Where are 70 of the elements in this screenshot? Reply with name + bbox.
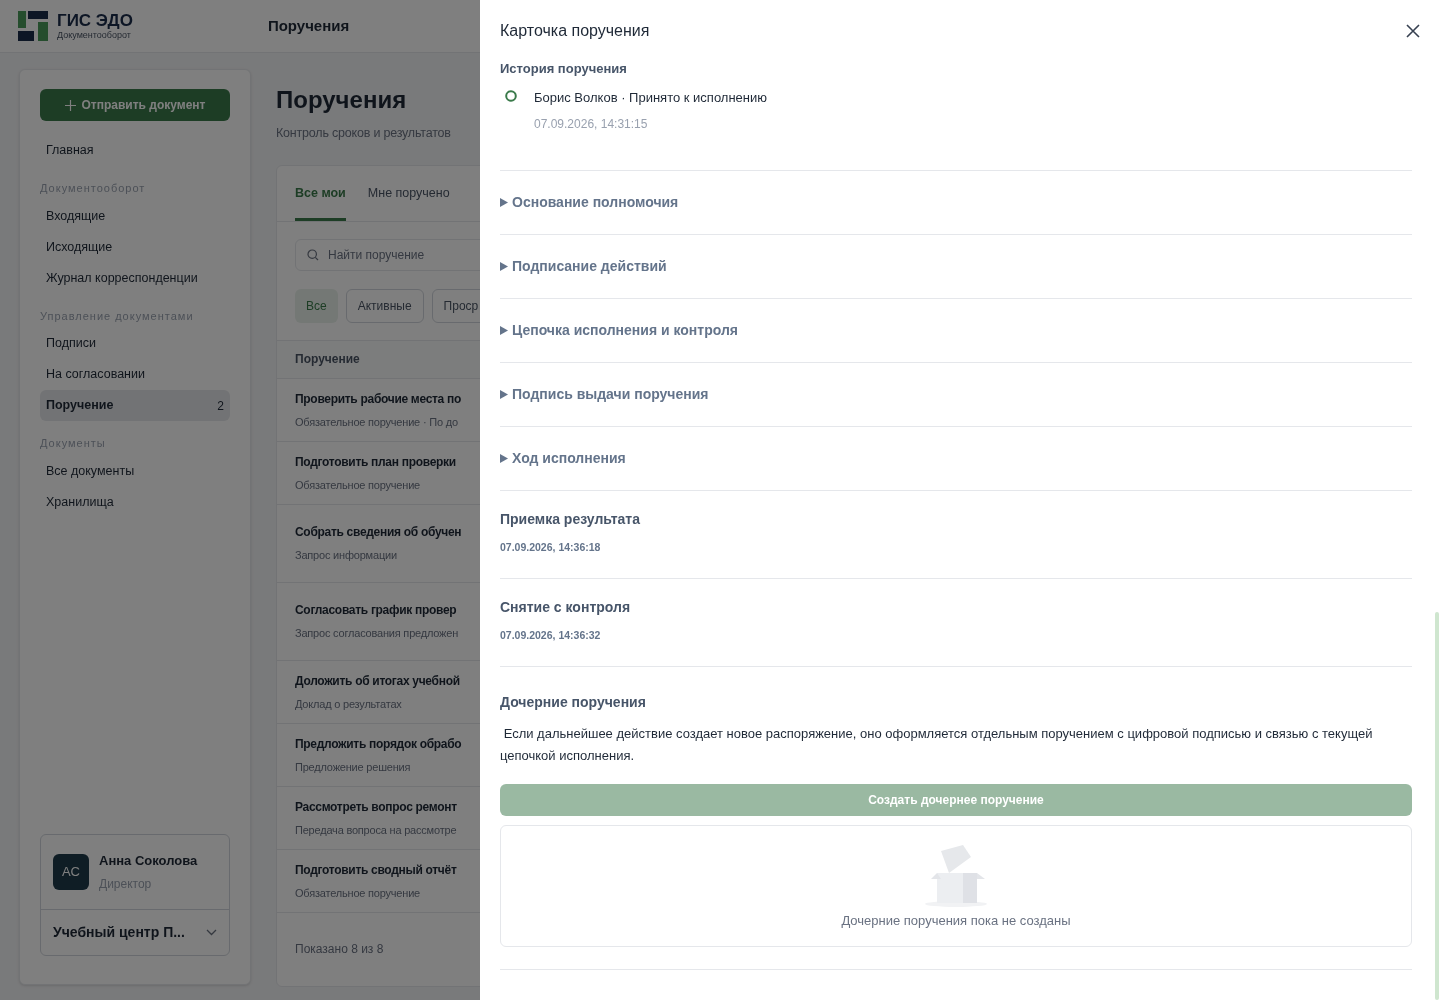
collapsible-section-header[interactable]: Подписание действий [500, 234, 1412, 299]
row-meta: Передача вопроса на рассмотре [295, 822, 457, 838]
row-title[interactable]: Рассмотреть вопрос ремонт [295, 797, 457, 816]
section-heading: Дочерние поручения [500, 692, 647, 712]
expand-triangle-icon [500, 325, 508, 335]
nav-item[interactable]: Исходящие [40, 231, 230, 263]
history-event: Борис Волков · Принято к исполнению [534, 89, 768, 107]
row-meta: Доклад о результатах [295, 696, 402, 712]
user-name: Анна Соколова [99, 852, 198, 871]
history-time: 07.09.2026, 14:31:15 [534, 115, 649, 133]
page-title: Поручения [267, 15, 350, 36]
row-title[interactable]: Доложить об итогах учебной [295, 671, 460, 690]
row-title[interactable]: Собрать сведения об обучен [295, 523, 462, 541]
row-meta: Обязательное поручение [295, 885, 421, 901]
tab[interactable]: Мне поручено [367, 165, 450, 221]
avatar: АС [53, 854, 89, 890]
scrollbar-thumb[interactable] [1435, 612, 1439, 1000]
search-icon [307, 248, 319, 261]
row-title[interactable]: Предложить порядок обрабо [295, 734, 462, 753]
nav-item[interactable]: Входящие [40, 200, 230, 232]
row-title[interactable]: Подготовить план проверки [295, 452, 456, 471]
nav-item[interactable]: Все документы [40, 455, 230, 487]
empty-state-text: Дочерние поручения пока не созданы [841, 911, 1071, 930]
collapsible-section-header[interactable]: Основание полномочия [500, 170, 1412, 235]
section-heading: Снятие с контроля [500, 597, 632, 617]
nav-item[interactable]: Журнал корреспонденции [40, 262, 230, 294]
row-meta: Запрос информации [295, 548, 397, 563]
expand-triangle-icon [500, 197, 508, 207]
expand-triangle-icon [500, 389, 508, 399]
count-label: 2 [217, 397, 224, 415]
nav-item[interactable]: Подписи [40, 328, 230, 359]
filter-button[interactable]: Все [295, 288, 338, 323]
send-document-button[interactable]: Отправить документ [40, 89, 230, 121]
nav-item[interactable]: Хранилища [40, 486, 230, 518]
row-title[interactable]: Проверить рабочие места по [295, 389, 461, 408]
section-heading: Приемка результата [500, 509, 641, 529]
row-title[interactable]: Согласовать график провер [295, 601, 457, 619]
collapsible-section-header[interactable]: Подпись выдачи поручения [500, 362, 1412, 427]
list-footer: Показано 8 из 8 [295, 940, 384, 959]
organization-selector[interactable]: Учебный центр П... [41, 910, 229, 955]
row-meta: Обязательное поручение · По до [295, 414, 458, 430]
info-text: Если дальнейшее действие создает новое распоряжение, оно оформляется отдельным поручением с цифровой подписью и связью с текущей цепочкой исполнения. [500, 724, 1374, 765]
drawer-title: Карточка поручения [500, 21, 650, 41]
row-meta: Предложение решения [295, 759, 411, 775]
main-subtitle: Контроль сроков и результатов [276, 125, 451, 142]
plus-icon [64, 99, 76, 111]
app-subtitle: Документооборот [57, 31, 132, 40]
row-meta: Запрос согласования предложен [295, 626, 459, 641]
app-name: ГИС ЭДО [57, 12, 133, 29]
expand-triangle-icon [500, 261, 508, 271]
status-circle-icon [505, 90, 517, 102]
row-title[interactable]: Подготовить сводный отчёт [295, 860, 457, 879]
nav-item[interactable]: Главная [40, 135, 230, 166]
chevron-down-icon [206, 929, 217, 936]
logo-icon [18, 11, 48, 41]
row-meta: Обязательное поручение [295, 477, 421, 493]
close-icon[interactable] [1406, 24, 1420, 38]
section-date: 07.09.2026, 14:36:32 [500, 627, 602, 643]
tab[interactable]: Все мои [295, 165, 346, 221]
collapsible-section-header[interactable]: Цепочка исполнения и контроля [500, 298, 1412, 363]
nav-item[interactable]: Поручение 2 [40, 390, 230, 421]
column-header: Поручение [295, 351, 360, 369]
nav-item[interactable]: На согласовании [40, 359, 230, 390]
empty-box-icon [923, 842, 989, 907]
section-heading: История поручения [500, 62, 628, 76]
collapsible-section-header[interactable]: Ход исполнения [500, 426, 1412, 491]
main-title: Поручения [276, 85, 407, 115]
filter-button[interactable]: Активные [345, 288, 424, 323]
section-date: 07.09.2026, 14:36:18 [500, 539, 602, 555]
expand-triangle-icon [500, 453, 508, 463]
